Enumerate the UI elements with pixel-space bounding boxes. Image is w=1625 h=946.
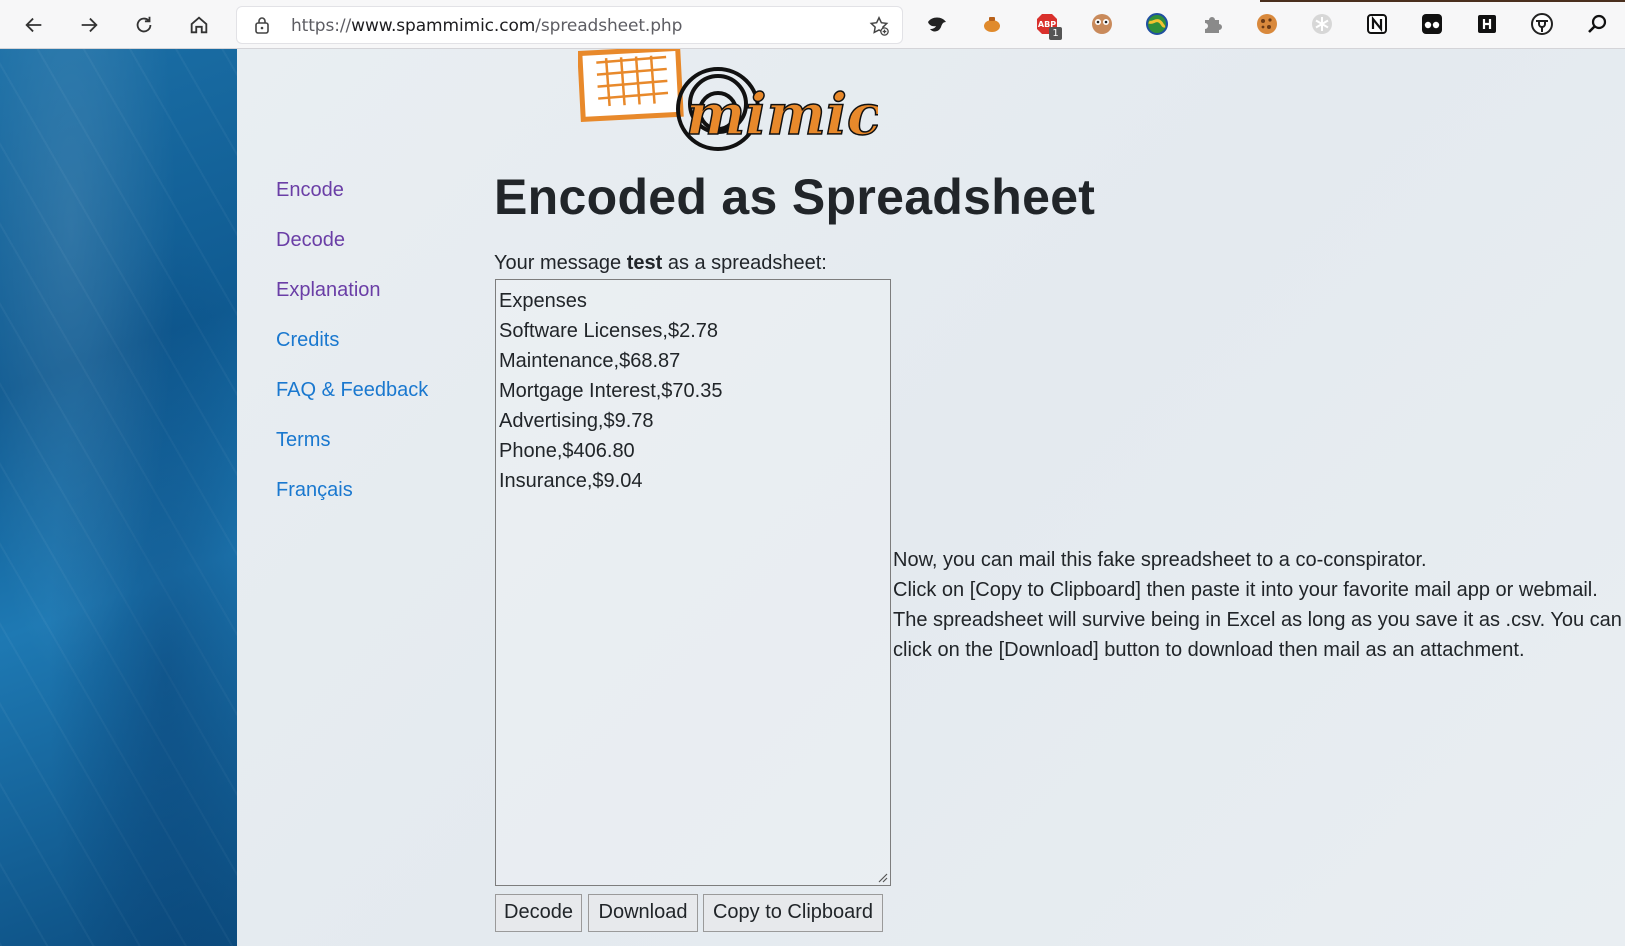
instructions-line: Now, you can mail this fake spreadsheet … xyxy=(893,549,1427,571)
instructions-line: Click on [Copy to Clipboard] then paste … xyxy=(893,579,1598,601)
extension-glasses-icon[interactable] xyxy=(1420,12,1444,36)
home-button[interactable] xyxy=(182,8,216,42)
extension-h-icon[interactable] xyxy=(1475,12,1499,36)
intro-prefix: Your message xyxy=(494,252,627,274)
spreadsheet-line: Advertising,$9.78 xyxy=(499,410,654,432)
spreadsheet-textarea[interactable]: Expenses Software Licenses,$2.78 Mainten… xyxy=(495,279,891,886)
arrow-left-icon xyxy=(25,17,42,33)
url-scheme: https:// xyxy=(291,16,352,36)
intro-suffix: as a spreadsheet: xyxy=(662,252,827,274)
extension-badge-count: 1 xyxy=(1049,27,1062,40)
instructions-text: Now, you can mail this fake spreadsheet … xyxy=(893,545,1622,665)
intro-text: Your message test as a spreadsheet: xyxy=(494,252,827,275)
extension-face-icon[interactable] xyxy=(1090,12,1114,36)
back-button[interactable] xyxy=(17,8,51,42)
logo-image: mimic xyxy=(577,45,882,151)
site-logo[interactable]: mimic xyxy=(577,45,882,161)
sidebar-nav: Encode Decode Explanation Credits FAQ & … xyxy=(276,178,428,528)
download-button[interactable]: Download xyxy=(588,894,698,932)
extension-adblock-icon[interactable]: ABP 1 xyxy=(1035,12,1062,40)
sidebar-item-francais[interactable]: Français xyxy=(276,478,428,503)
extension-globe-icon[interactable] xyxy=(1145,12,1169,36)
extension-cookie-icon[interactable] xyxy=(1255,12,1279,36)
extension-snowflake-icon[interactable] xyxy=(1310,12,1334,36)
spreadsheet-line: Mortgage Interest,$70.35 xyxy=(499,380,723,402)
sidebar-item-decode[interactable]: Decode xyxy=(276,228,428,253)
arrow-right-icon xyxy=(81,17,98,33)
home-icon xyxy=(190,16,208,34)
page-title: Encoded as Spreadsheet xyxy=(494,169,1096,225)
logo-wordmark: mimic xyxy=(686,82,878,148)
copy-to-clipboard-button[interactable]: Copy to Clipboard xyxy=(703,894,883,932)
resize-grip-icon[interactable] xyxy=(876,871,888,883)
forward-button[interactable] xyxy=(72,8,106,42)
extension-puzzle-icon[interactable] xyxy=(1200,12,1224,36)
spreadsheet-line: Expenses xyxy=(499,290,587,312)
address-bar[interactable]: https://www.spammimic.com/spreadsheet.ph… xyxy=(236,6,903,44)
url-path: /spreadsheet.php xyxy=(535,16,683,36)
sidebar-item-credits[interactable]: Credits xyxy=(276,328,428,353)
search-icon[interactable] xyxy=(1585,12,1609,36)
bookmark-star-icon[interactable] xyxy=(868,15,890,37)
extension-teapot-icon[interactable] xyxy=(980,12,1004,36)
spreadsheet-line: Software Licenses,$2.78 xyxy=(499,320,719,342)
instructions-line: The spreadsheet will survive being in Ex… xyxy=(893,609,1622,631)
page-info-icon xyxy=(255,17,269,34)
extension-ghost-icon[interactable] xyxy=(1530,12,1554,36)
spreadsheet-line: Maintenance,$68.87 xyxy=(499,350,681,372)
decode-button[interactable]: Decode xyxy=(495,894,582,932)
sidebar-item-encode[interactable]: Encode xyxy=(276,178,428,203)
url-host: www.spammimic.com xyxy=(351,16,536,36)
spreadsheet-line: Insurance,$9.04 xyxy=(499,470,643,492)
sidebar-item-faq-feedback[interactable]: FAQ & Feedback xyxy=(276,378,428,403)
spreadsheet-line: Phone,$406.80 xyxy=(499,440,635,462)
url-text: https://www.spammimic.com/spreadsheet.ph… xyxy=(291,16,682,36)
intro-message: test xyxy=(626,252,663,274)
sidebar-item-terms[interactable]: Terms xyxy=(276,428,428,453)
instructions-line: click on the [Download] button to downlo… xyxy=(893,639,1525,661)
reload-button[interactable] xyxy=(127,8,161,42)
browser-toolbar: https://www.spammimic.com/spreadsheet.ph… xyxy=(0,0,1625,49)
sidebar-item-explanation[interactable]: Explanation xyxy=(276,278,428,303)
extension-bird-icon[interactable] xyxy=(925,12,949,36)
extension-notion-icon[interactable] xyxy=(1365,12,1389,36)
decorative-background-band xyxy=(0,49,237,946)
reload-icon xyxy=(136,16,152,33)
